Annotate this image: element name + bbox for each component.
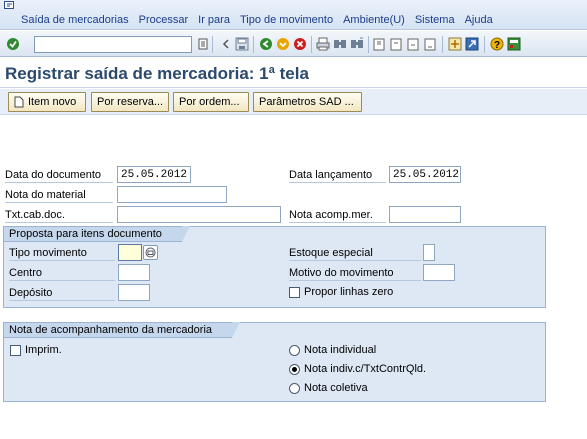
movement-reason-field[interactable] xyxy=(423,264,455,281)
special-stock-label: Estoque especial xyxy=(289,245,421,261)
menu-tipo-movimento[interactable]: Tipo de movimento xyxy=(240,14,333,26)
menu-ambiente[interactable]: Ambiente(U) xyxy=(343,14,405,26)
movement-type-label: Tipo movimento xyxy=(9,245,115,261)
save-icon[interactable] xyxy=(235,37,249,51)
collapse-icon[interactable] xyxy=(219,37,233,51)
main-area: Data do documento Data lançamento Nota d… xyxy=(0,116,587,439)
menu-ir-para[interactable]: Ir para xyxy=(198,14,230,26)
posting-date-field[interactable] xyxy=(389,166,461,183)
posting-date-label: Data lançamento xyxy=(289,167,386,183)
new-item-button[interactable]: Item novo xyxy=(8,92,86,112)
propose-zero-lines-checkbox[interactable] xyxy=(289,287,300,298)
help-icon[interactable]: ? xyxy=(490,37,504,51)
menu-processar[interactable]: Processar xyxy=(139,14,189,26)
find-next-icon[interactable] xyxy=(350,37,364,51)
item-defaults-group: Proposta para itens documento Tipo movim… xyxy=(3,226,546,308)
delivery-note-label: Nota acomp.mer. xyxy=(289,207,386,223)
radio-individual-note-label: Nota individual xyxy=(304,344,377,356)
print-icon[interactable] xyxy=(316,37,330,51)
plant-label: Centro xyxy=(9,265,115,281)
shortcut-icon[interactable] xyxy=(465,37,479,51)
header-text-field[interactable] xyxy=(117,206,281,223)
delivery-note-group-title: Nota de acompanhamento da mercadoria xyxy=(3,322,241,338)
special-stock-field[interactable] xyxy=(423,244,435,261)
radio-individual-note-qc[interactable] xyxy=(289,364,300,375)
material-slip-label: Nota do material xyxy=(5,187,113,203)
last-page-icon[interactable] xyxy=(424,37,438,51)
prev-page-icon[interactable] xyxy=(390,37,404,51)
menu-sistema[interactable]: Sistema xyxy=(415,14,455,26)
system-menu-icon[interactable] xyxy=(4,1,16,11)
doc-date-label: Data do documento xyxy=(5,167,113,183)
sad-parameters-label: Parâmetros SAD ... xyxy=(259,96,354,108)
menu-ajuda[interactable]: Ajuda xyxy=(465,14,493,26)
svg-text:?: ? xyxy=(494,40,500,51)
radio-individual-note[interactable] xyxy=(289,345,300,356)
propose-zero-lines-label: Propor linhas zero xyxy=(304,286,394,298)
movement-reason-label: Motivo do movimento xyxy=(289,265,421,281)
page-title: Registrar saída de mercadoria: 1ª tela xyxy=(5,64,309,83)
application-toolbar: Item novo Por reserva... Por ordem... Pa… xyxy=(0,89,587,115)
by-reservation-label: Por reserva... xyxy=(97,96,164,108)
material-slip-field[interactable] xyxy=(117,186,227,203)
menu-bar: Saída de mercadorias Processar Ir para T… xyxy=(0,0,587,30)
next-page-icon[interactable] xyxy=(407,37,421,51)
enter-icon[interactable] xyxy=(6,37,20,51)
document-icon xyxy=(14,96,24,108)
plant-field[interactable] xyxy=(118,264,150,281)
find-icon[interactable] xyxy=(333,37,347,51)
command-field[interactable] xyxy=(34,36,192,53)
by-reservation-button[interactable]: Por reserva... xyxy=(91,92,169,112)
sad-parameters-button[interactable]: Parâmetros SAD ... xyxy=(253,92,362,112)
title-bar: Registrar saída de mercadoria: 1ª tela xyxy=(0,58,587,88)
delivery-note-field[interactable] xyxy=(389,206,461,223)
menu-saida-mercadorias[interactable]: Saída de mercadorias xyxy=(21,14,129,26)
back-icon[interactable] xyxy=(259,37,273,51)
doc-date-field[interactable] xyxy=(117,166,191,183)
layout-icon[interactable] xyxy=(507,37,521,51)
movement-type-field[interactable] xyxy=(118,244,142,261)
command-dropdown-icon[interactable] xyxy=(196,37,210,51)
new-session-icon[interactable] xyxy=(448,37,462,51)
print-checkbox[interactable] xyxy=(10,345,21,356)
exit-icon[interactable] xyxy=(276,37,290,51)
radio-collective-note[interactable] xyxy=(289,383,300,394)
by-order-button[interactable]: Por ordem... xyxy=(173,92,249,112)
delivery-note-group: Nota de acompanhamento da mercadoria Imp… xyxy=(3,322,546,402)
radio-individual-note-qc-label: Nota indiv.c/TxtContrQld. xyxy=(304,363,427,375)
header-text-label: Txt.cab.doc. xyxy=(5,207,113,223)
by-order-label: Por ordem... xyxy=(179,96,240,108)
standard-toolbar: ? xyxy=(0,31,587,57)
cancel-icon[interactable] xyxy=(293,37,307,51)
first-page-icon[interactable] xyxy=(373,37,387,51)
item-defaults-group-title: Proposta para itens documento xyxy=(3,226,190,242)
print-label: Imprim. xyxy=(25,344,62,356)
new-item-label: Item novo xyxy=(28,96,77,108)
storage-location-field[interactable] xyxy=(118,284,150,301)
storage-location-label: Depósito xyxy=(9,285,115,301)
radio-collective-note-label: Nota coletiva xyxy=(304,382,368,394)
value-help-icon[interactable] xyxy=(143,245,158,260)
